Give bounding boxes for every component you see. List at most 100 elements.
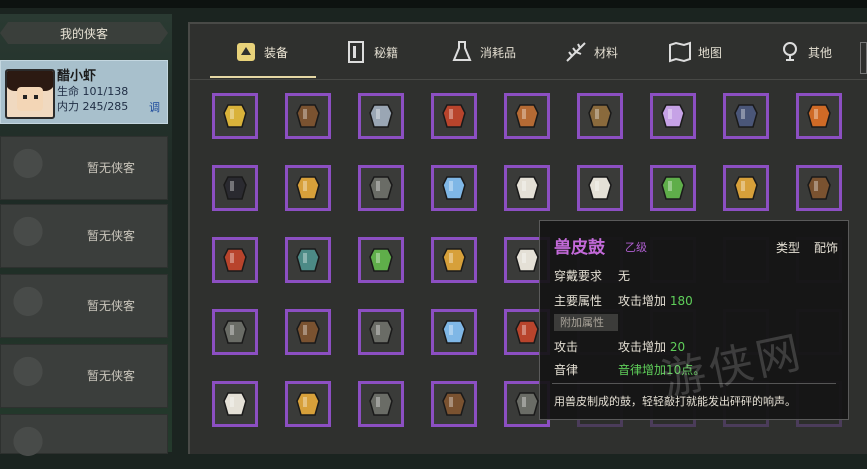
- herb-icon: [564, 40, 588, 64]
- vest-brown-icon: [296, 104, 320, 128]
- hero-roster-panel: 我的侠客 醋小虾 生命 101/138 内力 245/285 调 暂无侠客 暂无…: [0, 14, 172, 469]
- cloak-black-icon: [223, 176, 247, 200]
- empty-slot-label: 暂无侠客: [86, 299, 135, 313]
- inventory-slot[interactable]: [358, 237, 404, 283]
- map-icon: [668, 40, 692, 64]
- inventory-slot[interactable]: [285, 165, 331, 211]
- tab-label: 材料: [594, 45, 619, 60]
- inventory-slot[interactable]: [723, 93, 769, 139]
- inventory-slot[interactable]: [358, 309, 404, 355]
- hero-assign-tag[interactable]: 调: [149, 99, 160, 115]
- hero-slot-empty[interactable]: [0, 414, 168, 469]
- hero-slot-empty[interactable]: 暂无侠客: [0, 344, 168, 408]
- hero-slot-empty[interactable]: 暂无侠客: [0, 274, 168, 338]
- inventory-slot[interactable]: [212, 381, 258, 427]
- tab-label: 装备: [264, 45, 289, 60]
- inventory-slot[interactable]: [358, 165, 404, 211]
- extra-attr-header: 附加属性: [554, 314, 618, 331]
- inventory-slot[interactable]: [431, 93, 477, 139]
- hero-slot-1[interactable]: 醋小虾 生命 101/138 内力 245/285 调: [0, 60, 168, 124]
- inventory-slot[interactable]: [796, 93, 842, 139]
- beads-red-icon: [223, 248, 247, 272]
- roster-header: 我的侠客: [0, 22, 168, 44]
- main-attr-label: 主要属性: [554, 294, 603, 308]
- armor-leather-icon: [588, 104, 612, 128]
- inventory-slot[interactable]: [212, 93, 258, 139]
- inventory-slot[interactable]: [358, 381, 404, 427]
- hero-name: 醋小虾: [57, 69, 97, 84]
- inventory-slot[interactable]: [285, 93, 331, 139]
- fan-white-icon: [515, 176, 539, 200]
- inventory-slot[interactable]: [358, 93, 404, 139]
- inventory-slot[interactable]: [650, 165, 696, 211]
- tab-manuals[interactable]: 秘籍: [344, 34, 398, 70]
- empty-avatar-icon: [5, 353, 51, 399]
- tab-label: 其他: [808, 45, 833, 60]
- inventory-slot[interactable]: [212, 237, 258, 283]
- empty-avatar-icon: [5, 423, 51, 469]
- tab-misc[interactable]: 其他: [778, 34, 832, 70]
- armor-silver-icon: [369, 104, 393, 128]
- empty-slot-label: 暂无侠客: [86, 369, 135, 383]
- ginseng-gold-icon: [734, 176, 758, 200]
- type-label: 类型: [776, 241, 801, 255]
- pouch-gold-icon: [442, 248, 466, 272]
- pouch-white-icon: [588, 176, 612, 200]
- tab-materials[interactable]: 材料: [564, 34, 618, 70]
- selected-tab-indicator: [210, 76, 316, 78]
- inventory-slot[interactable]: [212, 309, 258, 355]
- robe-yellow-icon: [223, 104, 247, 128]
- pot-gray-icon: [369, 320, 393, 344]
- tab-label: 消耗品: [480, 45, 517, 60]
- inventory-slot[interactable]: [285, 237, 331, 283]
- wrap-teal-icon: [296, 248, 320, 272]
- hero-slot-empty[interactable]: 暂无侠客: [0, 204, 168, 268]
- inventory-slot[interactable]: [285, 381, 331, 427]
- robe-orange-icon: [807, 104, 831, 128]
- shoe-blue-icon: [442, 176, 466, 200]
- inventory-slot[interactable]: [212, 165, 258, 211]
- necklace-brown-icon: [296, 320, 320, 344]
- inventory-slot[interactable]: [577, 165, 623, 211]
- bell-gold-icon: [296, 392, 320, 416]
- equipment-icon: [234, 40, 258, 64]
- hero-hp: 生命 101/138: [57, 85, 129, 98]
- inventory-slot[interactable]: [650, 93, 696, 139]
- jar-brown-icon: [442, 392, 466, 416]
- tab-label: 地图: [698, 45, 723, 60]
- stone-white-icon: [223, 392, 247, 416]
- inventory-slot[interactable]: [285, 309, 331, 355]
- type-value: 配饰: [814, 241, 839, 255]
- misc-icon: [778, 40, 802, 64]
- gourd-green-icon: [661, 176, 685, 200]
- hero-slot-empty[interactable]: 暂无侠客: [0, 136, 168, 200]
- roster-header-label: 我的侠客: [59, 27, 108, 41]
- inventory-slot[interactable]: [504, 165, 550, 211]
- inventory-slot[interactable]: [796, 165, 842, 211]
- armor-copper-icon: [515, 104, 539, 128]
- tab-scroll-handle[interactable]: [860, 42, 867, 74]
- inventory-slot[interactable]: [431, 237, 477, 283]
- shield-gray-icon: [369, 392, 393, 416]
- bracer-gray-icon: [369, 176, 393, 200]
- bag-gray-icon: [223, 320, 247, 344]
- tab-maps[interactable]: 地图: [668, 34, 722, 70]
- tab-divider: [190, 79, 867, 80]
- hero-mp: 内力 245/285: [57, 100, 129, 113]
- pearl-white-icon: [515, 248, 539, 272]
- top-strip: [0, 0, 867, 8]
- music-label: 音律: [554, 363, 579, 377]
- tab-equipment[interactable]: 装备: [234, 34, 288, 70]
- feather-brown-icon: [807, 176, 831, 200]
- inventory-slot[interactable]: [431, 381, 477, 427]
- inventory-slot[interactable]: [504, 93, 550, 139]
- inventory-slot[interactable]: [431, 165, 477, 211]
- robe-indigo-icon: [734, 104, 758, 128]
- inventory-slot[interactable]: [723, 165, 769, 211]
- inventory-slot[interactable]: [577, 93, 623, 139]
- item-name: 兽皮鼓: [554, 238, 605, 258]
- hero-avatar: [5, 69, 55, 119]
- inventory-slot[interactable]: [431, 309, 477, 355]
- tab-consumables[interactable]: 消耗品: [450, 34, 516, 70]
- requirement-value: 无: [618, 269, 631, 283]
